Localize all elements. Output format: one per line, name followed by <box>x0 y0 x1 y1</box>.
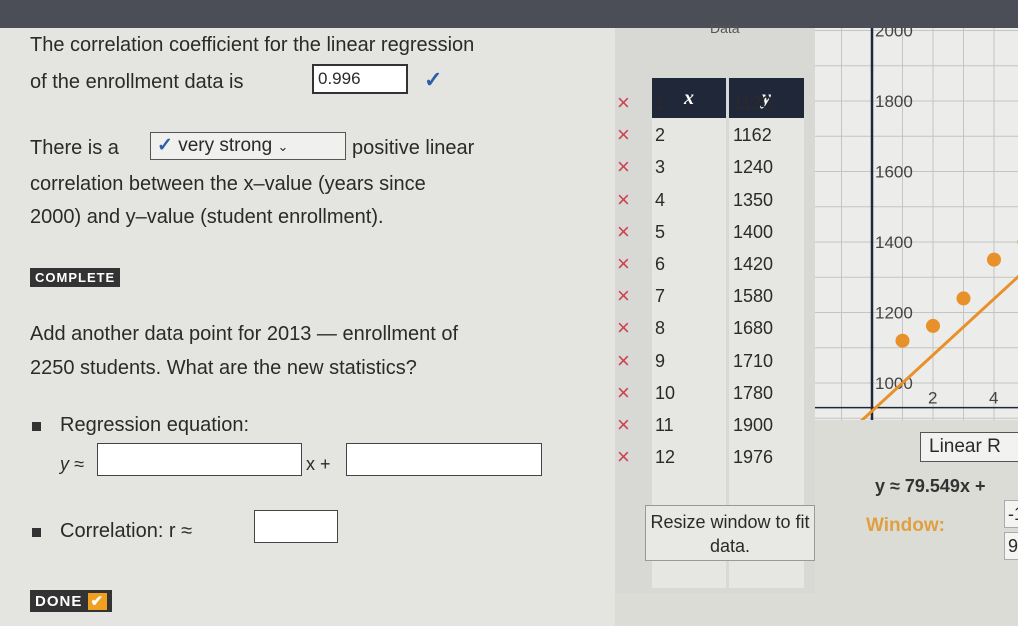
y-tick-label: 1600 <box>875 163 913 182</box>
cell-x[interactable]: 8 <box>655 318 665 339</box>
x-tick-label: 4 <box>989 389 998 408</box>
cell-y[interactable]: 1900 <box>733 415 773 436</box>
question-line3-suffix: positive linear <box>352 137 475 159</box>
strength-dropdown[interactable]: ✓ very strong ⌄ <box>150 132 346 160</box>
y-tick-label: 2000 <box>875 28 913 41</box>
chevron-down-icon: ⌄ <box>277 139 289 154</box>
question-line3-prefix: There is a <box>30 137 119 159</box>
complete-badge: COMPLETE <box>30 268 121 287</box>
cell-y[interactable]: 1976 <box>733 447 773 468</box>
check-icon: ✓ <box>424 67 443 92</box>
window-min-input[interactable]: -1 <box>1004 500 1018 528</box>
cell-y[interactable]: 1120 <box>733 93 772 114</box>
done-label: DONE <box>35 593 83 610</box>
table-row: × 7 1580 <box>615 283 815 313</box>
delete-row-icon[interactable]: × <box>617 315 630 341</box>
cell-x[interactable]: 10 <box>655 383 675 404</box>
table-row: × 10 1780 <box>615 380 815 410</box>
cell-x[interactable]: 5 <box>655 222 665 243</box>
y-tick-label: 1400 <box>875 233 913 252</box>
delete-row-icon[interactable]: × <box>617 122 630 148</box>
table-row: × 5 1400 <box>615 219 815 249</box>
table-row: × 12 1976 <box>615 444 815 474</box>
cell-y[interactable]: 1780 <box>733 383 773 404</box>
question-line4: correlation between the x–value (years s… <box>30 173 426 195</box>
cell-y[interactable]: 1400 <box>733 222 773 243</box>
intercept-input[interactable] <box>346 443 542 476</box>
check-icon: ✔ <box>87 593 108 610</box>
table-row: × 6 1420 <box>615 251 815 281</box>
cell-x[interactable]: 3 <box>655 157 665 178</box>
question-line2: of the enrollment data is <box>30 71 244 93</box>
delete-row-icon[interactable]: × <box>617 348 630 374</box>
cell-y[interactable]: 1420 <box>733 254 773 275</box>
table-row: × 11 1900 <box>615 412 815 442</box>
table-row: × 9 1710 <box>615 348 815 378</box>
data-point <box>926 318 940 333</box>
correlation-answer-box[interactable]: 0.996 <box>312 64 408 94</box>
y-tick-label: 1800 <box>875 92 913 111</box>
cell-y[interactable]: 1350 <box>733 190 773 211</box>
correlation-input[interactable] <box>254 510 338 543</box>
graph[interactable]: 2000180016001400120010002 4 <box>815 28 1018 420</box>
cell-x[interactable]: 11 <box>655 415 674 436</box>
strength-selected: very strong <box>178 135 273 156</box>
data-point <box>895 333 910 348</box>
window-label: Window: <box>866 515 945 536</box>
cell-x[interactable]: 2 <box>655 125 665 146</box>
cell-y[interactable]: 1162 <box>733 125 772 146</box>
table-title: Data <box>710 20 740 36</box>
cell-x[interactable]: 9 <box>655 351 665 372</box>
data-point <box>956 291 971 306</box>
regression-label: Regression equation: <box>60 414 250 436</box>
delete-row-icon[interactable]: × <box>617 187 630 213</box>
slope-input[interactable] <box>97 443 302 476</box>
y-tick-label: 1200 <box>875 304 913 323</box>
delete-row-icon[interactable]: × <box>617 444 630 470</box>
delete-row-icon[interactable]: × <box>617 380 630 406</box>
top-bar <box>0 0 1018 28</box>
cell-y[interactable]: 1680 <box>733 318 773 339</box>
y-approx-label: y ≈ <box>60 454 84 474</box>
window-max-input[interactable]: 9 <box>1004 532 1018 560</box>
resize-window-button[interactable]: Resize window to fit data. <box>645 505 815 561</box>
delete-row-icon[interactable]: × <box>617 219 630 245</box>
delete-row-icon[interactable]: × <box>617 283 630 309</box>
cell-x[interactable]: 7 <box>655 286 665 307</box>
cell-x[interactable]: 12 <box>655 447 675 468</box>
delete-row-icon[interactable]: × <box>617 154 630 180</box>
delete-row-icon[interactable]: × <box>617 251 630 277</box>
cell-y[interactable]: 1710 <box>733 351 773 372</box>
prompt-line1: Add another data point for 2013 — enroll… <box>30 323 459 345</box>
graph-background <box>815 28 1018 420</box>
done-button[interactable]: DONE ✔ <box>30 590 113 612</box>
cell-y[interactable]: 1240 <box>733 157 773 178</box>
cell-x[interactable]: 1 <box>655 93 665 114</box>
prompt-line2: 2250 students. What are the new statisti… <box>30 357 417 379</box>
x-tick-label: 2 <box>928 389 937 408</box>
question-line1: The correlation coefficient for the line… <box>30 34 475 56</box>
bullet <box>32 528 41 537</box>
table-row: × 8 1680 <box>615 315 815 345</box>
check-icon: ✓ <box>157 135 173 156</box>
delete-row-icon[interactable]: × <box>617 90 630 116</box>
data-point <box>987 252 1001 267</box>
question-line5: 2000) and y–value (student enrollment). <box>30 206 384 228</box>
table-row: × 1 1120 <box>615 90 815 120</box>
linear-regression-button[interactable]: Linear R <box>920 432 1018 462</box>
delete-row-icon[interactable]: × <box>617 412 630 438</box>
x-plus-label: x + <box>306 454 331 474</box>
regression-equation: y ≈ 79.549x + <box>875 476 986 496</box>
cell-y[interactable]: 1580 <box>733 286 773 307</box>
data-table: Data x y × 1 1120 × 2 1162 × 3 1240 × 4 1350 × 5 1400 ×… <box>615 20 815 593</box>
cell-x[interactable]: 6 <box>655 254 665 275</box>
cell-x[interactable]: 4 <box>655 190 665 211</box>
table-row: × 4 1350 <box>615 187 815 217</box>
table-row: × 3 1240 <box>615 154 815 184</box>
table-row: × 2 1162 <box>615 122 815 152</box>
correlation-label: Correlation: r ≈ <box>60 520 193 542</box>
bullet <box>32 422 41 431</box>
